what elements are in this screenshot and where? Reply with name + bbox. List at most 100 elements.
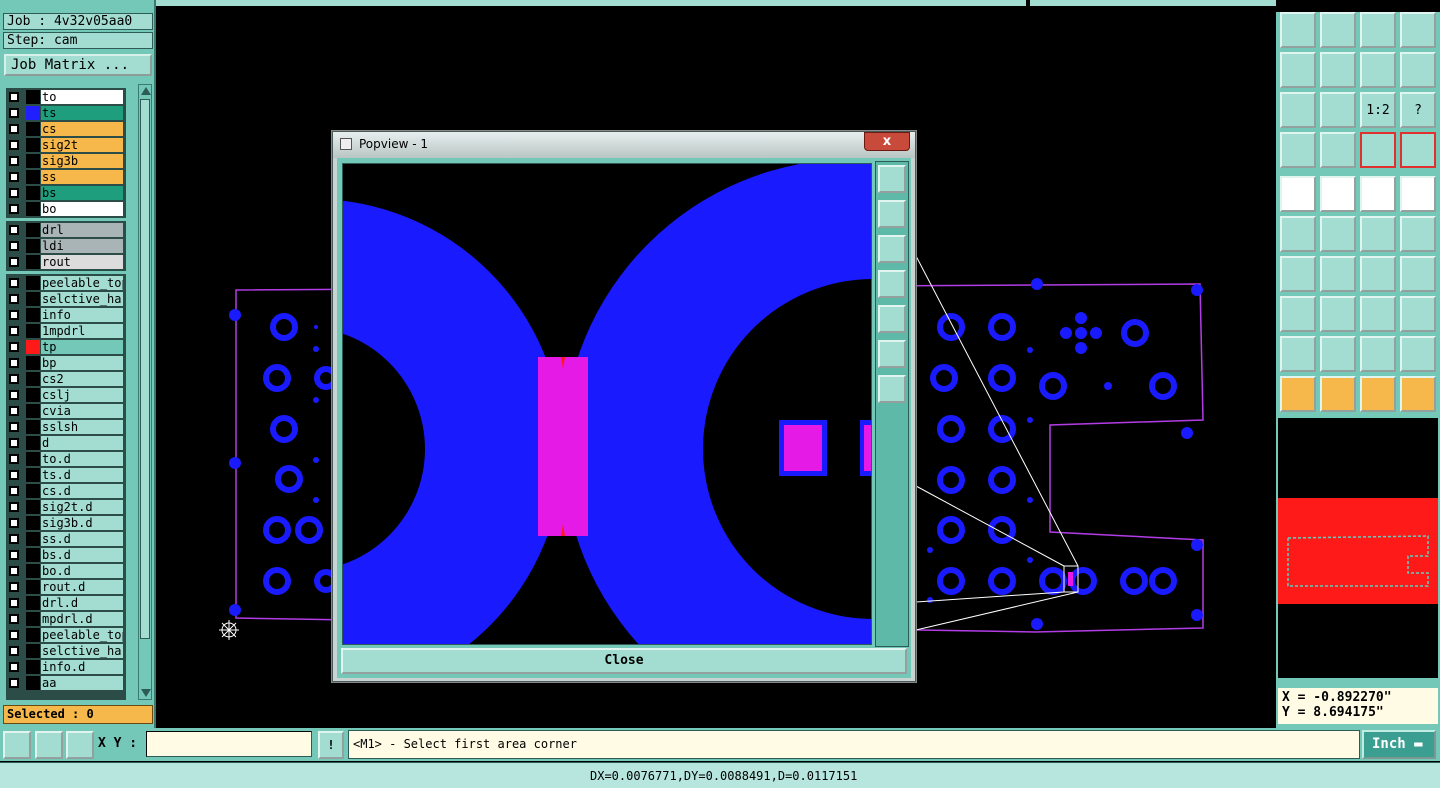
layer-checkbox[interactable] bbox=[9, 566, 19, 576]
layer-row[interactable]: mpdrl.d bbox=[6, 611, 126, 627]
units-select[interactable]: Inch ▬ bbox=[1362, 730, 1436, 759]
layer-name[interactable]: 1mpdrl bbox=[41, 324, 123, 338]
layer-row[interactable]: rout bbox=[6, 254, 126, 270]
layer-row[interactable]: to.d bbox=[6, 451, 126, 467]
zoom-box-icon[interactable] bbox=[3, 731, 31, 759]
change-icon[interactable] bbox=[1320, 296, 1356, 332]
save-icon[interactable] bbox=[1320, 12, 1356, 48]
layer-name[interactable]: ts bbox=[41, 106, 123, 120]
layer-name[interactable]: drl.d bbox=[41, 596, 123, 610]
layer-name[interactable]: mpdrl.d bbox=[41, 612, 123, 626]
undo-icon[interactable] bbox=[1280, 52, 1316, 88]
alert-icon[interactable]: ! bbox=[318, 731, 344, 759]
layer-row[interactable]: ts bbox=[6, 105, 126, 121]
tri-b-icon[interactable] bbox=[1400, 336, 1436, 372]
popview-close-button[interactable]: Close bbox=[341, 648, 907, 674]
dot-icon[interactable] bbox=[1400, 176, 1436, 212]
layer-row[interactable]: ts.d bbox=[6, 467, 126, 483]
layer-row[interactable]: selctive_hard bbox=[6, 643, 126, 659]
layer-row[interactable]: cs bbox=[6, 121, 126, 137]
layer-checkbox[interactable] bbox=[9, 257, 19, 267]
layer-row[interactable]: cs.d bbox=[6, 483, 126, 499]
job-matrix-button[interactable]: Job Matrix ... bbox=[4, 54, 152, 76]
layer-red-icon[interactable] bbox=[1360, 132, 1396, 168]
layer-row[interactable]: sig3b.d bbox=[6, 515, 126, 531]
layer-row[interactable]: info.d bbox=[6, 659, 126, 675]
layer-checkbox[interactable] bbox=[9, 204, 19, 214]
xy-input[interactable] bbox=[146, 731, 312, 757]
layer-checkbox[interactable] bbox=[9, 92, 19, 102]
layer-checkbox[interactable] bbox=[9, 241, 19, 251]
layer-checkbox[interactable] bbox=[9, 438, 19, 448]
layer-name[interactable]: cs.d bbox=[41, 484, 123, 498]
layer-row[interactable]: tp bbox=[6, 339, 126, 355]
layer-row[interactable]: drl.d bbox=[6, 595, 126, 611]
pan-down-icon[interactable] bbox=[878, 235, 906, 263]
layer-name[interactable]: sig3b bbox=[41, 154, 123, 168]
layer-row[interactable]: bs bbox=[6, 185, 126, 201]
layer-checkbox[interactable] bbox=[9, 678, 19, 688]
scroll-down-icon[interactable] bbox=[141, 689, 151, 697]
layer-row[interactable]: sig2t.d bbox=[6, 499, 126, 515]
rotate-icon[interactable] bbox=[1400, 52, 1436, 88]
layer-checkbox[interactable] bbox=[9, 662, 19, 672]
line-icon[interactable] bbox=[1280, 256, 1316, 292]
layer-row[interactable]: to bbox=[6, 89, 126, 105]
layer-name[interactable]: rout.d bbox=[41, 580, 123, 594]
layer-name[interactable]: ss.d bbox=[41, 532, 123, 546]
pan-right-icon[interactable] bbox=[878, 305, 906, 333]
settings-icon[interactable] bbox=[1280, 132, 1316, 168]
layer-row[interactable]: aa bbox=[6, 675, 126, 691]
layer-name[interactable]: ss bbox=[41, 170, 123, 184]
layer-checkbox[interactable] bbox=[9, 342, 19, 352]
layer-name[interactable]: cvia bbox=[41, 404, 123, 418]
select-icon[interactable] bbox=[1280, 376, 1316, 412]
text-icon[interactable] bbox=[1400, 256, 1436, 292]
layer-name[interactable]: bo.d bbox=[41, 564, 123, 578]
layer-row[interactable]: cslj bbox=[6, 387, 126, 403]
layer-name[interactable]: sig2t bbox=[41, 138, 123, 152]
layer-checkbox[interactable] bbox=[9, 140, 19, 150]
layer-checkbox[interactable] bbox=[9, 502, 19, 512]
layer-row[interactable]: peelable_top bbox=[6, 275, 126, 291]
layer-name[interactable]: cs bbox=[41, 122, 123, 136]
layer-row[interactable]: rout.d bbox=[6, 579, 126, 595]
home-icon[interactable] bbox=[1360, 12, 1396, 48]
layer-checkbox[interactable] bbox=[9, 188, 19, 198]
mirror-icon[interactable] bbox=[1360, 52, 1396, 88]
layer-row[interactable]: ldi bbox=[6, 238, 126, 254]
tri-up-icon[interactable] bbox=[1320, 336, 1356, 372]
layer-name[interactable]: drl bbox=[41, 223, 123, 237]
layer-checkbox[interactable] bbox=[9, 550, 19, 560]
layer-name[interactable]: sig3b.d bbox=[41, 516, 123, 530]
layer-checkbox[interactable] bbox=[9, 390, 19, 400]
layer-checkbox[interactable] bbox=[9, 598, 19, 608]
layer-name[interactable]: rout bbox=[41, 255, 123, 269]
layer-row[interactable]: peelable_top bbox=[6, 627, 126, 643]
layer-checkbox[interactable] bbox=[9, 406, 19, 416]
scroll-thumb[interactable] bbox=[140, 99, 150, 639]
layer-name[interactable]: info.d bbox=[41, 660, 123, 674]
layer-row[interactable]: d bbox=[6, 435, 126, 451]
tri-icon[interactable] bbox=[1280, 336, 1316, 372]
layer-checkbox[interactable] bbox=[9, 374, 19, 384]
layer-checkbox[interactable] bbox=[9, 646, 19, 656]
layer-name[interactable]: ts.d bbox=[41, 468, 123, 482]
feature-icon[interactable] bbox=[1320, 176, 1356, 212]
poly-select-icon[interactable] bbox=[1360, 376, 1396, 412]
copy-icon[interactable] bbox=[1400, 216, 1436, 252]
popview-canvas[interactable] bbox=[342, 163, 872, 645]
layer-row[interactable]: sig2t bbox=[6, 137, 126, 153]
move-icon[interactable] bbox=[1360, 216, 1396, 252]
layer-name[interactable]: peelable_top bbox=[41, 628, 123, 642]
window-icon[interactable] bbox=[1400, 12, 1436, 48]
open-icon[interactable] bbox=[1280, 12, 1316, 48]
resize-icon[interactable] bbox=[1280, 296, 1316, 332]
layer-checkbox[interactable] bbox=[9, 534, 19, 544]
layer-checkbox[interactable] bbox=[9, 518, 19, 528]
layer-name[interactable]: bs.d bbox=[41, 548, 123, 562]
layer-name[interactable]: sig2t.d bbox=[41, 500, 123, 514]
layer-row[interactable]: cvia bbox=[6, 403, 126, 419]
measure-icon[interactable] bbox=[1320, 132, 1356, 168]
fit-icon[interactable] bbox=[878, 340, 906, 368]
